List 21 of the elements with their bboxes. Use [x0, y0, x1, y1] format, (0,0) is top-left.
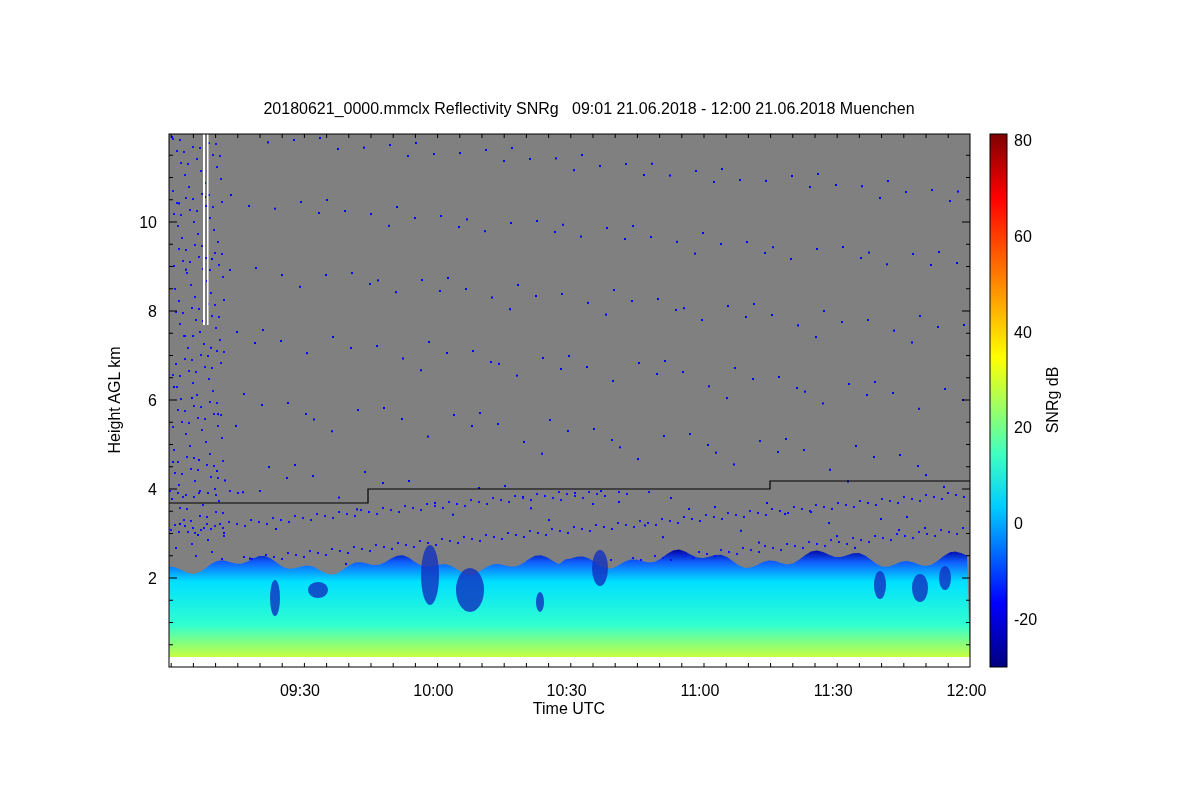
x-axis-label: Time UTC	[532, 700, 606, 717]
y-tick-label: 2	[148, 570, 157, 587]
colorbar-tick-label: 40	[1014, 323, 1032, 341]
colorbar-tick-label: -20	[1014, 611, 1038, 628]
colorbar-tick-label: 0	[1014, 515, 1023, 533]
y-tick-label: 10	[139, 214, 157, 231]
x-tick-label: 11:00	[680, 682, 720, 699]
colorbar-label: SNRg dB	[1044, 366, 1061, 434]
colorbar-tick-label: 60	[1014, 227, 1032, 245]
chart-title: 20180621_0000.mmclx Reflectivity SNRg 09:01 21.06.2018 - 12:00 21.06.2018 Muenchen	[263, 100, 915, 117]
colorbar-tick-label: 80	[1014, 132, 1032, 149]
x-tick-label: 12:00	[946, 682, 987, 699]
x-tick-label: 09:30	[280, 682, 320, 699]
y-axis-label: Height AGL km	[106, 346, 123, 454]
y-tick-label: 6	[148, 392, 157, 409]
y-tick-label: 4	[148, 481, 157, 498]
x-tick-label: 10:30	[546, 682, 587, 699]
x-tick-label: 10:00	[413, 682, 454, 699]
colorbar-tick-label: 20	[1014, 419, 1032, 437]
x-tick-label: 11:30	[813, 682, 853, 699]
y-tick-label: 8	[148, 303, 157, 320]
